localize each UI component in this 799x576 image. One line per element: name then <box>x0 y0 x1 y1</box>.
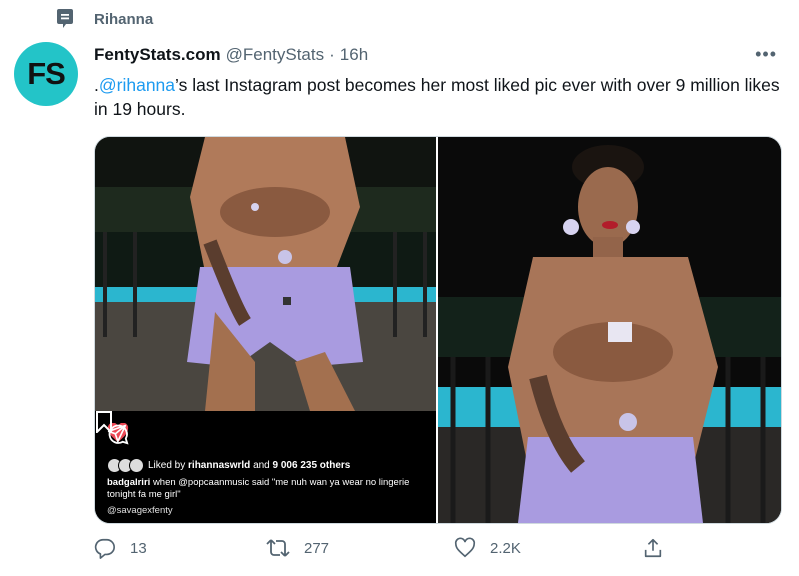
instagram-caption: badgalriri when @popcaanmusic said "me n… <box>107 477 427 501</box>
heart-icon <box>454 537 476 558</box>
instagram-tag: @savagexfenty <box>107 505 173 516</box>
share-button[interactable] <box>642 537 678 559</box>
reply-icon <box>94 538 115 559</box>
like-button[interactable]: 2.2K <box>454 537 521 559</box>
separator-dot: · <box>329 45 335 64</box>
reply-count: 13 <box>130 539 147 557</box>
caption-text: when @popcaanmusic said "me nuh wan ya w… <box>107 477 410 500</box>
media-image-left[interactable]: Liked by rihannaswrld and 9 006 235 othe… <box>95 137 436 523</box>
instagram-like-count: 9 006 235 others <box>272 460 351 471</box>
tweet-header: FentyStats.com @FentyStats · 16h <box>94 45 368 65</box>
tweet-timestamp[interactable]: 16h <box>340 45 368 65</box>
avatar[interactable]: FS <box>14 42 78 106</box>
instagram-likes: Liked by rihannaswrld and 9 006 235 othe… <box>107 458 350 473</box>
more-options-icon[interactable]: ••• <box>755 44 777 65</box>
reply-button[interactable]: 13 <box>94 537 147 559</box>
author-name[interactable]: FentyStats.com <box>94 45 221 65</box>
tweet-body: ’s last Instagram post becomes her most … <box>94 75 780 119</box>
context-label[interactable]: Rihanna <box>94 11 153 28</box>
instagram-photo <box>95 137 436 411</box>
photo <box>438 137 781 523</box>
retweet-count: 277 <box>304 539 330 557</box>
liker-avatars <box>107 458 144 473</box>
liked-by-user: rihannaswrld <box>188 460 251 471</box>
retweet-icon <box>266 539 290 557</box>
tweet-text: .@rihanna’s last Instagram post becomes … <box>94 73 784 121</box>
bookmark-icon <box>96 411 112 433</box>
avatar-logo-text: FS <box>27 56 66 91</box>
instagram-post-panel: Liked by rihannaswrld and 9 006 235 othe… <box>95 411 436 523</box>
upload-share-icon <box>644 538 662 558</box>
media-image-right[interactable] <box>438 137 781 523</box>
liked-by-and: and <box>253 460 270 471</box>
retweet-button[interactable]: 277 <box>266 537 329 559</box>
like-count: 2.2K <box>490 539 521 557</box>
liked-by-prefix: Liked by <box>148 460 186 471</box>
pin-icon <box>57 9 73 28</box>
mention-link[interactable]: @rihanna <box>99 75 175 95</box>
tweet-media[interactable]: Liked by rihannaswrld and 9 006 235 othe… <box>94 136 782 524</box>
caption-user: badgalriri <box>107 477 151 488</box>
social-context[interactable]: Rihanna <box>56 8 153 30</box>
tweet-actions: 13 277 2.2K <box>94 537 694 563</box>
author-handle[interactable]: @FentyStats <box>226 45 325 65</box>
